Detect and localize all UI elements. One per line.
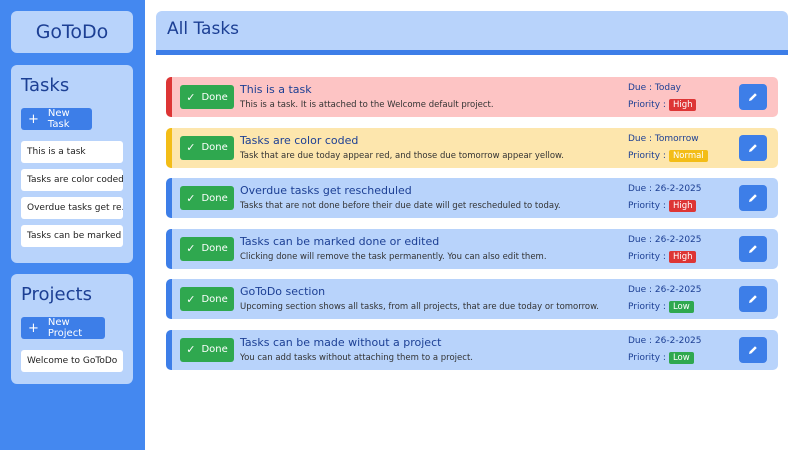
task-description: Upcoming section shows all tasks, from a… xyxy=(240,302,599,312)
task-title: Overdue tasks get rescheduled xyxy=(240,184,412,197)
done-label: Done xyxy=(201,192,228,204)
page-header: All Tasks xyxy=(156,11,788,55)
priority-badge: Normal xyxy=(668,149,708,162)
priority-badge: Low xyxy=(668,351,694,364)
edit-button[interactable] xyxy=(739,235,767,262)
task-description: Task that are due today appear red, and … xyxy=(240,150,564,161)
done-button[interactable]: ✓ Done xyxy=(180,135,234,160)
task-priority: Priority : Low xyxy=(628,301,694,313)
check-icon: ✓ xyxy=(186,191,196,205)
done-button[interactable]: ✓ Done xyxy=(180,236,234,261)
task-due: Due : 26-2-2025 xyxy=(628,234,702,245)
check-icon: ✓ xyxy=(186,141,196,154)
priority-label: Priority : xyxy=(628,100,666,110)
task-priority: Priority : High xyxy=(628,250,697,263)
sidebar-project-list: Welcome to GoToDo xyxy=(21,350,123,378)
done-label: Done xyxy=(201,91,228,103)
check-icon: ✓ xyxy=(186,343,196,356)
task-title: Tasks are color coded xyxy=(240,133,359,147)
sidebar-task-item[interactable]: This is a task xyxy=(21,141,123,163)
priority-badge: High xyxy=(668,200,697,212)
task-description: You can add tasks without attaching them… xyxy=(240,352,473,363)
task-card: ✓ Done This is a task This is a task. It… xyxy=(166,77,778,117)
sidebar-task-item[interactable]: Overdue tasks get re... xyxy=(21,197,123,219)
done-label: Done xyxy=(201,293,228,305)
pencil-icon xyxy=(749,194,757,202)
new-project-label: New Project xyxy=(47,317,83,339)
sidebar-project-item[interactable]: Welcome to GoToDo xyxy=(21,350,123,372)
task-priority: Priority : High xyxy=(628,200,697,212)
tasks-panel-title[interactable]: Tasks xyxy=(21,75,69,96)
task-due: Due : Today xyxy=(628,83,681,93)
edit-button[interactable] xyxy=(739,84,767,110)
task-description: Tasks that are not done before their due… xyxy=(240,201,561,211)
projects-panel-title[interactable]: Projects xyxy=(21,284,92,305)
edit-button[interactable] xyxy=(739,134,767,161)
check-icon: ✓ xyxy=(186,242,196,255)
task-card: ✓ Done Tasks are color coded Task that a… xyxy=(166,127,778,168)
priority-badge: High xyxy=(668,250,697,263)
page-title: All Tasks xyxy=(167,19,240,39)
logo-box[interactable]: GoToDo xyxy=(11,11,133,53)
sidebar-task-item[interactable]: Tasks can be marked ... xyxy=(21,225,123,247)
task-description: This is a task. It is attached to the We… xyxy=(240,100,494,110)
pencil-icon xyxy=(749,295,757,303)
check-icon: ✓ xyxy=(186,292,196,306)
done-button[interactable]: ✓ Done xyxy=(180,85,234,109)
task-due: Due : 26-2-2025 xyxy=(628,285,702,295)
done-label: Done xyxy=(201,142,228,153)
pencil-icon xyxy=(749,93,757,101)
pencil-icon xyxy=(749,345,757,354)
sidebar-task-item[interactable]: Tasks are color coded xyxy=(21,169,123,191)
task-due: Due : 26-2-2025 xyxy=(628,335,702,346)
new-task-button[interactable]: + New Task xyxy=(21,108,92,130)
priority-label: Priority : xyxy=(628,352,666,363)
plus-icon: + xyxy=(28,111,39,127)
projects-panel: Projects + New Project Welcome to GoToDo xyxy=(11,274,133,384)
plus-icon: + xyxy=(28,320,39,336)
new-project-button[interactable]: + New Project xyxy=(21,317,105,339)
task-due: Due : 26-2-2025 xyxy=(628,184,702,194)
check-icon: ✓ xyxy=(186,90,196,104)
edit-button[interactable] xyxy=(739,336,767,363)
priority-label: Priority : xyxy=(628,201,666,211)
done-label: Done xyxy=(201,243,228,254)
priority-badge: Low xyxy=(668,301,694,313)
app-logo[interactable]: GoToDo xyxy=(36,21,109,43)
task-priority: Priority : High xyxy=(628,99,697,111)
task-title: Tasks can be made without a project xyxy=(240,335,442,349)
task-card: ✓ Done Tasks can be marked done or edite… xyxy=(166,228,778,269)
task-priority: Priority : Normal xyxy=(628,149,708,162)
tasks-panel: Tasks + New Task This is a task Tasks ar… xyxy=(11,65,133,263)
task-list: ✓ Done This is a task This is a task. It… xyxy=(166,77,778,380)
pencil-icon xyxy=(749,143,757,152)
pencil-icon xyxy=(749,244,757,253)
edit-button[interactable] xyxy=(739,185,767,211)
task-description: Clicking done will remove the task perma… xyxy=(240,251,547,262)
edit-button[interactable] xyxy=(739,286,767,312)
sidebar-task-list: This is a task Tasks are color coded Ove… xyxy=(21,141,123,253)
priority-label: Priority : xyxy=(628,251,666,262)
done-button[interactable]: ✓ Done xyxy=(180,186,234,210)
done-label: Done xyxy=(201,344,228,355)
task-card: ✓ Done GoToDo section Upcoming section s… xyxy=(166,279,778,319)
priority-label: Priority : xyxy=(628,302,666,312)
sidebar: GoToDo Tasks + New Task This is a task T… xyxy=(0,0,145,450)
done-button[interactable]: ✓ Done xyxy=(180,287,234,311)
task-title: GoToDo section xyxy=(240,285,326,298)
task-card: ✓ Done Tasks can be made without a proje… xyxy=(166,329,778,370)
priority-label: Priority : xyxy=(628,150,666,161)
new-task-label: New Task xyxy=(47,108,70,130)
priority-badge: High xyxy=(668,99,697,111)
task-card: ✓ Done Overdue tasks get rescheduled Tas… xyxy=(166,178,778,218)
task-priority: Priority : Low xyxy=(628,351,694,364)
task-title: This is a task xyxy=(240,83,312,96)
task-due: Due : Tomorrow xyxy=(628,133,699,144)
done-button[interactable]: ✓ Done xyxy=(180,337,234,362)
task-title: Tasks can be marked done or edited xyxy=(240,234,440,248)
